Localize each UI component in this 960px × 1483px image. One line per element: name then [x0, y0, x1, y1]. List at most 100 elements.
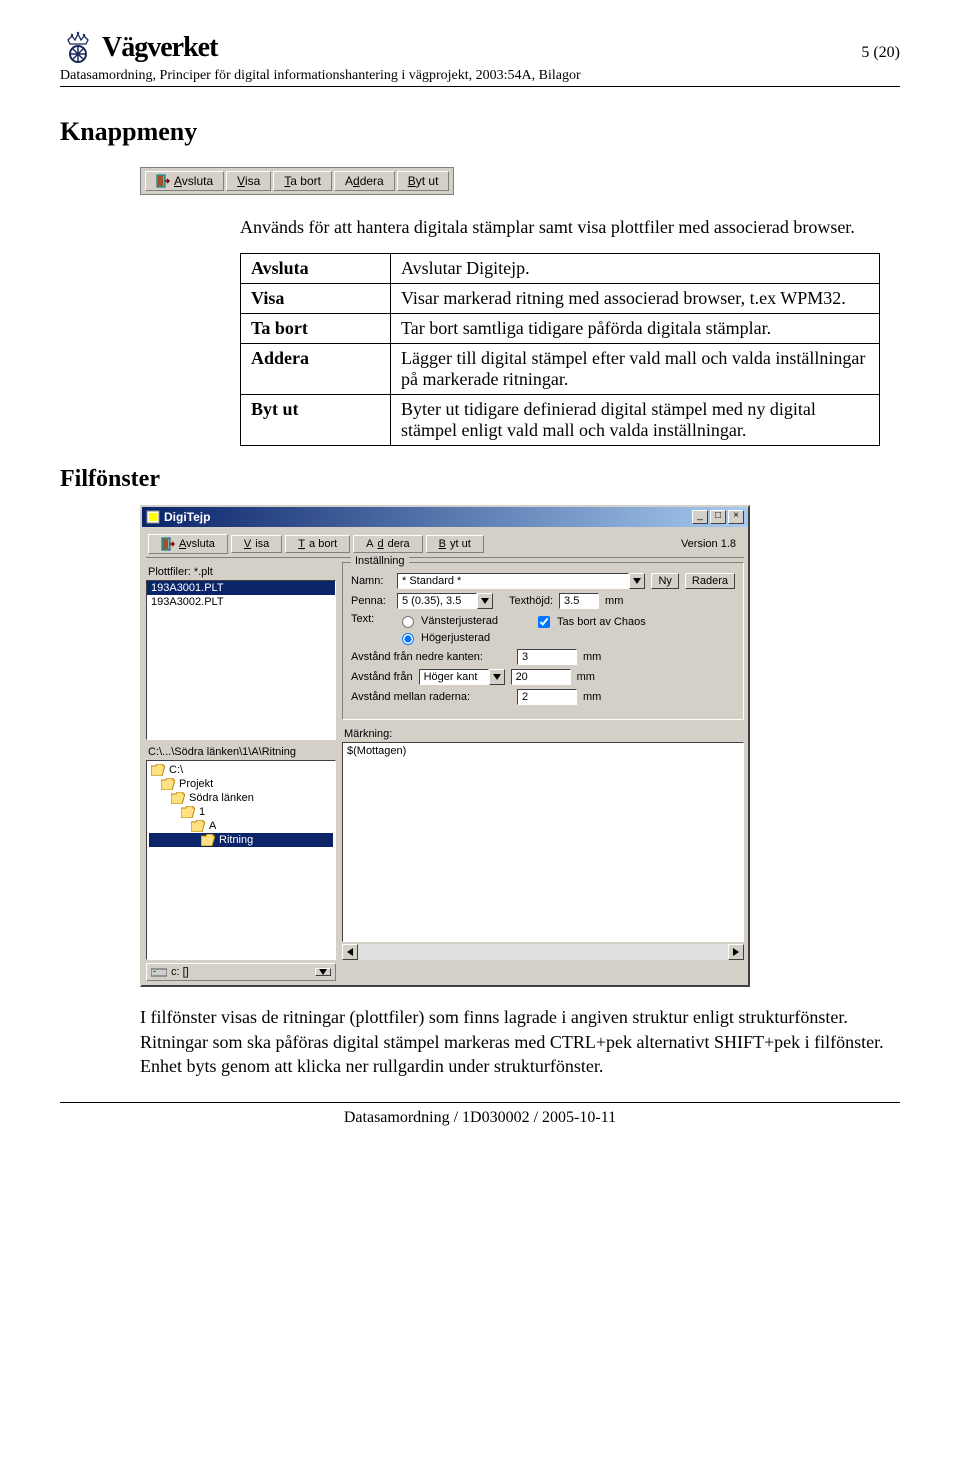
- unit-mm: mm: [577, 671, 595, 683]
- tree-item[interactable]: C:\: [149, 763, 333, 777]
- window-titlebar[interactable]: DigiTejp _ □ ×: [142, 507, 748, 527]
- chevron-down-icon[interactable]: [629, 573, 645, 589]
- hoger-radio[interactable]: [402, 633, 414, 645]
- scroll-right-button[interactable]: [728, 944, 744, 960]
- avst-rader-label: Avstånd mellan raderna:: [351, 691, 511, 703]
- footer-rule: [60, 1102, 900, 1103]
- bytut-button[interactable]: Byt ut: [397, 171, 450, 191]
- tasbort-checkbox[interactable]: [538, 616, 550, 628]
- folder-open-icon: [201, 834, 215, 846]
- section-knappmeny: Knappmeny: [60, 117, 900, 147]
- app-icon: [146, 510, 160, 524]
- filfonster-paragraph: I filfönster visas de ritningar (plottfi…: [140, 1005, 900, 1078]
- brand-name: Vägverket: [102, 32, 217, 64]
- folder-open-icon: [181, 806, 195, 818]
- tree-item[interactable]: A: [149, 819, 333, 833]
- document-subtitle: Datasamordning, Principer för digital in…: [60, 68, 900, 84]
- markning-label: Märkning:: [342, 724, 744, 742]
- window-title: DigiTejp: [164, 510, 210, 524]
- visa-button[interactable]: Visa: [226, 171, 271, 191]
- page-number: 5 (20): [861, 30, 900, 62]
- app-tabort-button[interactable]: Ta bort: [285, 535, 350, 553]
- avst-fran-field[interactable]: 20: [511, 669, 571, 685]
- row-key: Ta bort: [241, 314, 391, 344]
- horizontal-scrollbar[interactable]: [342, 944, 744, 960]
- radera-button[interactable]: Radera: [685, 573, 735, 589]
- folder-open-icon: [191, 820, 205, 832]
- intro-paragraph: Används för att hantera digitala stämpla…: [240, 215, 900, 239]
- chevron-down-icon[interactable]: [489, 669, 505, 685]
- app-avsluta-button[interactable]: Avsluta: [148, 534, 228, 554]
- avsluta-button[interactable]: Avsluta: [145, 171, 224, 191]
- ny-button[interactable]: Ny: [651, 573, 678, 589]
- exit-door-icon: [161, 537, 175, 551]
- row-val: Byter ut tidigare definierad digital stä…: [391, 395, 880, 446]
- app-bytut-button[interactable]: Byt ut: [426, 535, 484, 553]
- row-val: Avslutar Digitejp.: [391, 254, 880, 284]
- tabort-button[interactable]: Ta bort: [273, 171, 332, 191]
- avst-nedre-field[interactable]: 3: [517, 649, 577, 665]
- chevron-left-icon: [347, 948, 353, 956]
- toolbar-sample: Avsluta Visa Ta bort Addera Byt ut: [140, 167, 900, 195]
- exit-door-icon: [156, 174, 170, 188]
- footer-text: Datasamordning / 1D030002 / 2005-10-11: [60, 1109, 900, 1127]
- path-label: C:\...\Södra länken\1\A\Ritning: [146, 740, 336, 760]
- tree-item[interactable]: Södra länken: [149, 791, 333, 805]
- version-label: Version 1.8: [681, 538, 742, 550]
- list-item[interactable]: 193A3002.PLT: [147, 595, 335, 609]
- app-addera-button[interactable]: Addera: [353, 535, 423, 553]
- row-key: Visa: [241, 284, 391, 314]
- unit-mm: mm: [583, 691, 601, 703]
- app-toolbar: Avsluta Visa Ta bort Addera Byt ut Versi…: [146, 531, 744, 558]
- maximize-button[interactable]: □: [710, 510, 726, 524]
- row-key: Byt ut: [241, 395, 391, 446]
- tree-item[interactable]: Projekt: [149, 777, 333, 791]
- namn-label: Namn:: [351, 575, 391, 587]
- folder-tree[interactable]: C:\ Projekt Södra länken: [146, 760, 336, 960]
- command-table: Avsluta Avslutar Digitejp. Visa Visar ma…: [240, 253, 880, 446]
- row-val: Lägger till digital stämpel efter vald m…: [391, 344, 880, 395]
- scroll-left-button[interactable]: [342, 944, 358, 960]
- app-window: DigiTejp _ □ × Avsluta: [140, 505, 900, 987]
- folder-open-icon: [151, 764, 165, 776]
- vanster-radio[interactable]: [402, 616, 414, 628]
- texthojd-field[interactable]: 3.5: [559, 593, 599, 609]
- avst-rader-field[interactable]: 2: [517, 689, 577, 705]
- close-button[interactable]: ×: [728, 510, 744, 524]
- avst-fran-label: Avstånd från: [351, 671, 413, 683]
- vanster-label: Vänsterjusterad: [421, 615, 498, 627]
- app-visa-button[interactable]: Visa: [231, 535, 282, 553]
- penna-field[interactable]: 5 (0.35), 3.5: [397, 593, 477, 609]
- tasbort-label: Tas bort av Chaos: [557, 616, 646, 628]
- crown-icon: [60, 30, 96, 66]
- folder-open-icon: [161, 778, 175, 790]
- row-val: Visar markerad ritning med associerad br…: [391, 284, 880, 314]
- hoger-label: Högerjusterad: [421, 632, 490, 644]
- addera-button[interactable]: Addera: [334, 171, 395, 191]
- chevron-down-icon[interactable]: [477, 593, 493, 609]
- drive-selector[interactable]: c: []: [146, 963, 336, 981]
- texthojd-label: Texthöjd:: [509, 595, 553, 607]
- row-key: Avsluta: [241, 254, 391, 284]
- penna-label: Penna:: [351, 595, 391, 607]
- chevron-down-icon[interactable]: [315, 968, 331, 976]
- settings-legend: Inställning: [351, 555, 409, 567]
- settings-groupbox: Inställning Namn: * Standard * Ny Radera: [342, 562, 744, 720]
- chevron-right-icon: [733, 948, 739, 956]
- text-label: Text:: [351, 613, 391, 625]
- tree-item[interactable]: 1: [149, 805, 333, 819]
- folder-open-icon: [171, 792, 185, 804]
- list-item[interactable]: 193A3001.PLT: [147, 581, 335, 595]
- plotfiler-listbox[interactable]: 193A3001.PLT 193A3002.PLT: [146, 580, 336, 740]
- tree-item[interactable]: Ritning: [149, 833, 333, 847]
- avst-nedre-label: Avstånd från nedre kanten:: [351, 651, 511, 663]
- avst-fran-edge[interactable]: Höger kant: [419, 669, 489, 685]
- markning-textarea[interactable]: $(Mottagen): [342, 742, 744, 942]
- namn-field[interactable]: * Standard *: [397, 573, 629, 589]
- minimize-button[interactable]: _: [692, 510, 708, 524]
- row-key: Addera: [241, 344, 391, 395]
- plotfiler-label: Plottfiler: *.plt: [146, 562, 336, 580]
- unit-mm: mm: [605, 595, 623, 607]
- drive-icon: [151, 966, 167, 978]
- header-rule: [60, 86, 900, 87]
